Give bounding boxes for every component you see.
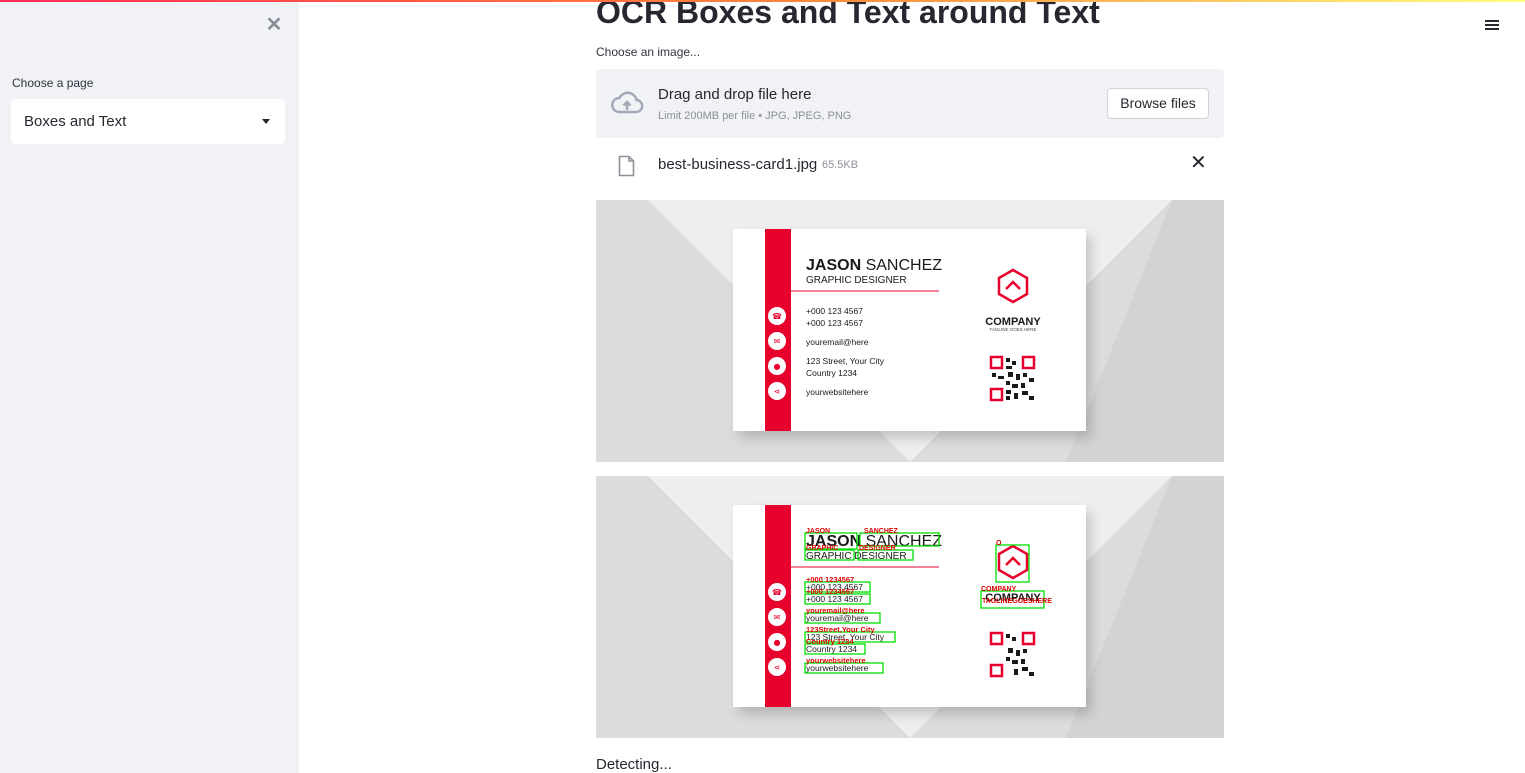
mail-icon: ✉: [774, 613, 781, 622]
share-icon: ⋖: [774, 387, 781, 396]
page-select[interactable]: Boxes and Text: [11, 99, 285, 144]
ocr-label-logo: O: [996, 540, 1002, 547]
page-select-value: Boxes and Text: [24, 113, 127, 130]
qr-code: [989, 355, 1036, 402]
sidebar: ✕ Choose a page Boxes and Text: [0, 0, 299, 773]
dropzone-instruction: Drag and drop file here: [658, 86, 812, 103]
card-red-stripe: [765, 229, 791, 431]
share-icon: ⋖: [774, 663, 781, 672]
upload-label: Choose an image...: [596, 45, 701, 59]
file-size: 65.5KB: [822, 159, 859, 171]
ocr-label-company: COMPANY: [981, 586, 1017, 593]
card-phone-1: +000 123 4567: [806, 306, 863, 316]
top-decoration-bar: [0, 0, 1525, 2]
ocr-label-designer: DESIGNER: [859, 545, 896, 552]
card-address-1: 123 Street, Your City: [806, 356, 885, 366]
ocr-label-graphic: GRAPHIC: [806, 545, 838, 552]
ocr-label-email: youremail@here: [806, 606, 865, 615]
card-first-name: JASON: [806, 257, 861, 274]
remove-file-icon[interactable]: ✕: [1190, 153, 1207, 173]
page-title: OCR Boxes and Text around Text: [596, 0, 1100, 30]
phone-icon: ☎: [772, 312, 782, 321]
location-icon: ●: [774, 638, 781, 647]
original-image: ☎ ✉ ● ⋖ JASON SANCHEZ GRAPHIC DESIGNER +…: [596, 200, 1224, 462]
card-role: GRAPHIC DESIGNER: [806, 275, 907, 286]
card-last-name: SANCHEZ: [866, 257, 943, 274]
ocr-label-tagline: TAGLINEGOESHERE: [982, 598, 1052, 605]
file-dropzone[interactable]: Drag and drop file here Limit 200MB per …: [596, 69, 1224, 138]
ocr-label-address: 123Street,Your City: [806, 625, 875, 634]
file-icon: [618, 155, 635, 177]
card-website: yourwebsitehere: [806, 387, 869, 397]
dropzone-limit: Limit 200MB per file • JPG, JPEG, PNG: [658, 110, 852, 122]
ocr-annotated-image: ☎ ✉ ● ⋖ JASON SANCHEZ GRAPHIC DESIGNER +…: [596, 476, 1224, 738]
svg-text:JASON SANCHEZ: JASON SANCHEZ: [806, 257, 942, 274]
ocr-label-website: yourwebsitehere: [806, 656, 866, 665]
status-text: Detecting...: [596, 756, 672, 773]
uploaded-file-row: best-business-card1.jpg 65.5KB ✕: [596, 146, 1224, 184]
ocr-label-sanchez: SANCHEZ: [864, 528, 899, 535]
browse-files-button[interactable]: Browse files: [1107, 88, 1209, 119]
card-phone-2: +000 123 4567: [806, 318, 863, 328]
phone-icon: ☎: [772, 588, 782, 597]
file-name: best-business-card1.jpg: [658, 156, 818, 173]
location-icon: ●: [774, 362, 781, 371]
ocr-label-jason: JASON: [806, 528, 830, 535]
card-address-2: Country 1234: [806, 368, 857, 378]
caret-down-icon: [262, 119, 270, 124]
menu-icon[interactable]: [1485, 18, 1499, 34]
card-tagline: TAGLINE GOES HERE: [990, 327, 1037, 332]
close-icon[interactable]: ✕: [265, 15, 283, 35]
ocr-label-phone-2: +000 1234567: [806, 587, 854, 596]
ocr-label-phone-1: +000 1234567: [806, 575, 854, 584]
mail-icon: ✉: [774, 337, 781, 346]
ocr-label-country: Country 1234: [806, 637, 854, 646]
card-email: youremail@here: [806, 337, 869, 347]
page-select-label: Choose a page: [12, 76, 94, 90]
cloud-upload-icon: [611, 91, 644, 114]
